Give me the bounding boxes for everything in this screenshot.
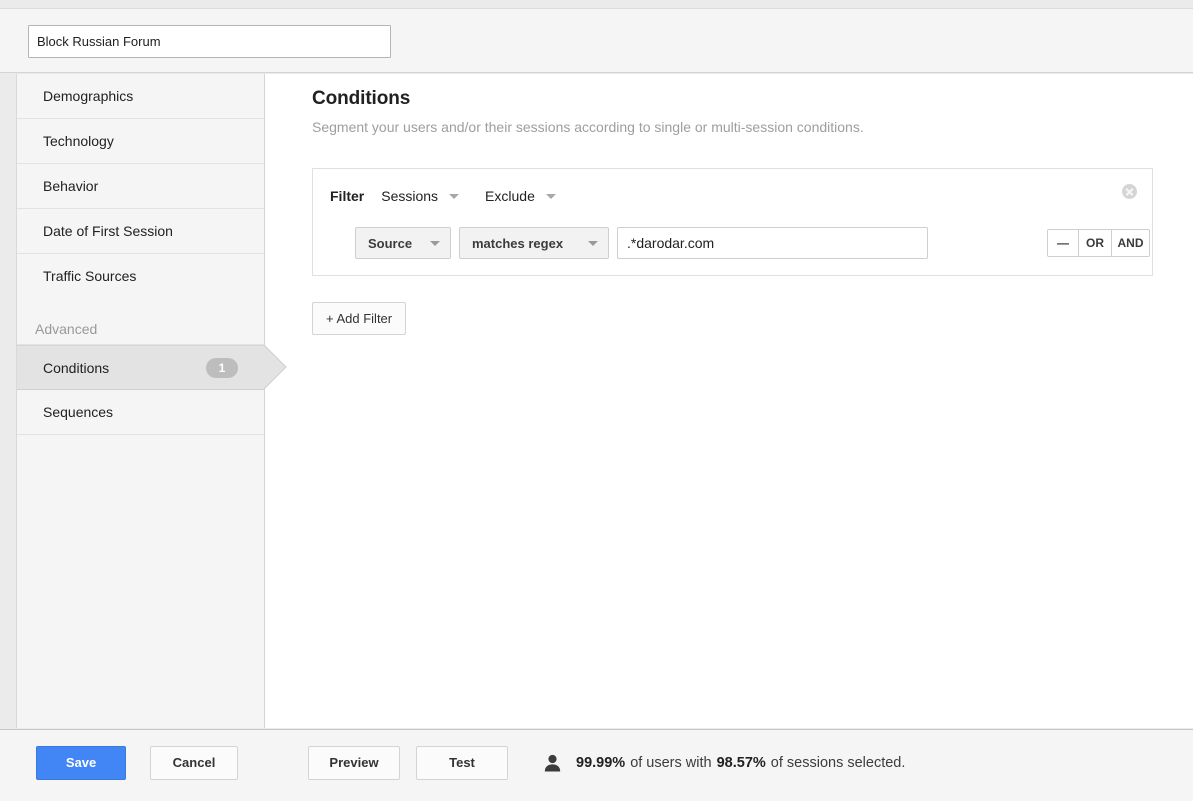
filter-card: Filter Sessions Exclude Source matches r… [312,168,1153,276]
sessions-percent: 98.57% [716,755,766,771]
sidebar-item-traffic-sources[interactable]: Traffic Sources [17,254,264,299]
chevron-down-icon [449,193,460,199]
sidebar-item-sequences[interactable]: Sequences [17,390,264,435]
person-icon [544,754,561,772]
dimension-dropdown[interactable]: Source [355,227,451,259]
save-button[interactable]: Save [36,746,126,780]
sidebar-group-label: Advanced [35,321,98,337]
chevron-down-icon [430,240,440,246]
action-footer: Save Cancel Preview Test 99.99% of users… [0,729,1193,801]
segment-category-sidebar: Demographics Technology Behavior Date of… [16,74,287,728]
conditions-panel: Conditions Segment your users and/or the… [266,74,1193,728]
sidebar-group-advanced: Advanced [17,299,264,345]
add-or-button[interactable]: OR [1079,230,1112,256]
filter-value-input[interactable] [617,227,928,259]
conditions-count-badge: 1 [206,358,238,378]
cancel-button[interactable]: Cancel [150,746,238,780]
filter-header: Filter Sessions Exclude [313,183,1152,209]
add-filter-button[interactable]: + Add Filter [312,302,407,335]
segment-name-input[interactable] [28,25,391,58]
summary-mid-text: of users with [630,755,712,771]
sidebar-item-label: Technology [43,133,114,149]
close-circle-icon[interactable] [1122,184,1137,199]
editor-body: Demographics Technology Behavior Date of… [16,74,1193,728]
sidebar-item-demographics[interactable]: Demographics [17,74,264,119]
sidebar-item-conditions[interactable]: Conditions 1 [17,344,287,390]
dimension-value: Source [368,235,413,251]
test-button[interactable]: Test [416,746,508,780]
filter-label: Filter [330,188,365,204]
sidebar-item-date-of-first-session[interactable]: Date of First Session [17,209,264,254]
segment-summary: 99.99% of users with 98.57% of sessions … [544,754,905,772]
sidebar-item-label: Behavior [43,178,99,194]
sidebar-item-label: Date of First Session [43,223,173,239]
sidebar-item-label: Traffic Sources [43,268,137,284]
summary-tail-text: of sessions selected. [770,755,906,771]
sidebar-item-behavior[interactable]: Behavior [17,164,264,209]
filter-scope-value: Sessions [381,188,439,204]
sidebar-item-technology[interactable]: Technology [17,119,264,164]
users-percent: 99.99% [576,755,626,771]
sidebar-item-label: Demographics [43,88,134,104]
chevron-down-icon [588,240,598,246]
page-subtitle: Segment your users and/or their sessions… [312,119,864,135]
sidebar-item-label: Conditions [43,360,110,376]
row-controls: — OR AND [1047,229,1150,257]
operator-value: matches regex [472,235,564,251]
page-title: Conditions [312,88,411,109]
selected-pointer-mask [252,346,264,389]
chevron-down-icon [545,193,556,199]
sidebar-item-label: Sequences [43,404,114,420]
operator-dropdown[interactable]: matches regex [459,227,609,259]
filter-condition-row: Source matches regex — OR AND [313,227,1152,259]
segment-editor-screen: Demographics Technology Behavior Date of… [0,0,1193,801]
segment-name-bar [0,8,1193,73]
preview-button[interactable]: Preview [308,746,400,780]
filter-mode-value: Exclude [485,188,535,204]
filter-mode-dropdown[interactable]: Exclude [485,188,556,204]
remove-condition-button[interactable]: — [1048,230,1079,256]
footer-inner: Save Cancel Preview Test 99.99% of users… [36,746,905,780]
filter-scope-dropdown[interactable]: Sessions [381,188,460,204]
add-and-button[interactable]: AND [1112,230,1149,256]
